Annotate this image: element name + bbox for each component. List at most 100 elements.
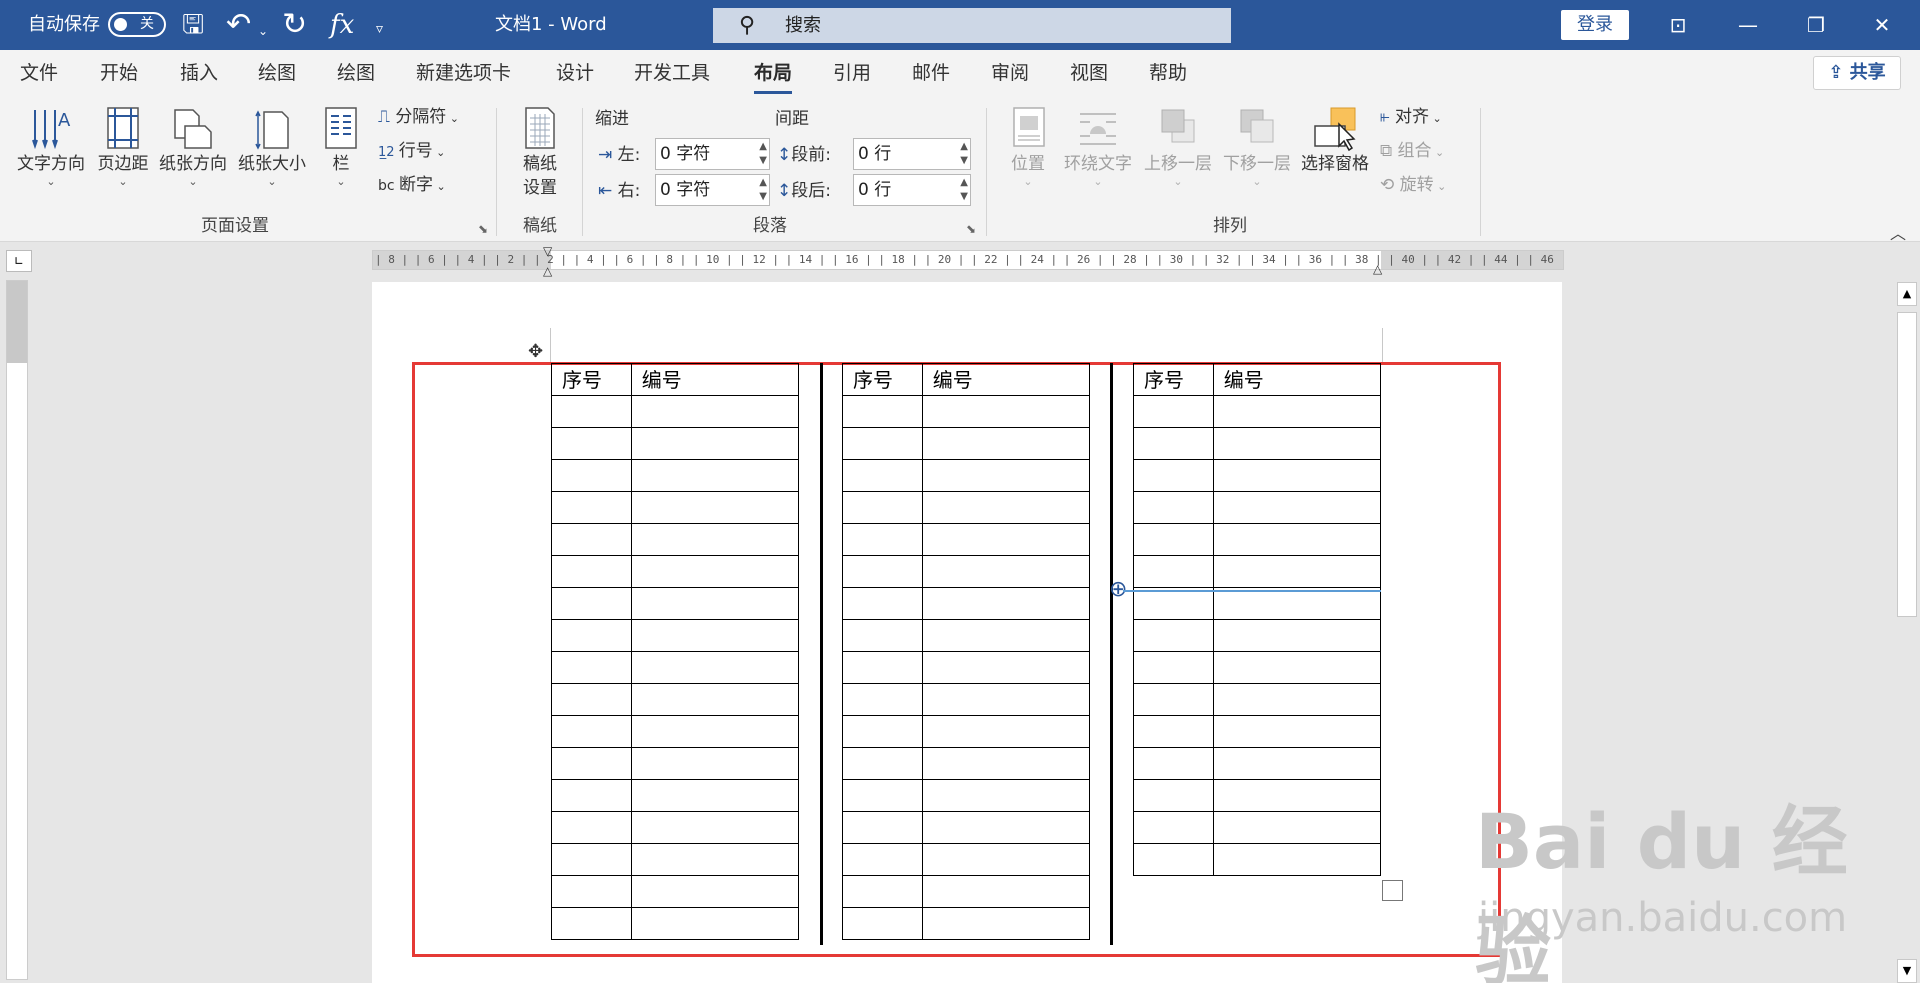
table-cell[interactable] <box>551 651 632 684</box>
draft-settings-button[interactable]: 稿纸 设置 <box>512 104 568 200</box>
table-move-handle-icon[interactable]: ✥ <box>528 341 543 362</box>
collapse-ribbon-icon[interactable]: ︿ <box>1890 220 1906 244</box>
restore-icon[interactable]: ❐ <box>1786 0 1846 50</box>
table-cell[interactable] <box>551 619 632 652</box>
table-cell[interactable] <box>630 811 800 844</box>
columns-button[interactable]: 栏 ⌄ <box>318 104 364 188</box>
scroll-up-icon[interactable]: ▲ <box>1897 282 1917 306</box>
right-indent-marker-icon[interactable]: △ <box>1373 262 1382 276</box>
table-cell[interactable] <box>921 683 1091 716</box>
page-setup-dialog-launcher-icon[interactable]: ⬊ <box>478 222 488 236</box>
table-cell[interactable] <box>630 875 800 908</box>
table-cell[interactable] <box>1212 459 1382 492</box>
table-cell[interactable] <box>630 779 800 812</box>
header-number-cell[interactable]: 编号 <box>630 363 800 396</box>
table-cell[interactable] <box>1212 523 1382 556</box>
size-button[interactable]: 纸张大小 ⌄ <box>234 104 310 188</box>
table-cell[interactable] <box>842 683 923 716</box>
tab-design[interactable]: 设计 <box>556 60 594 86</box>
indent-left-input[interactable]: 0 字符 ▲ ▼ <box>655 138 770 170</box>
header-serial-cell[interactable]: 序号 <box>1133 363 1214 396</box>
table-cell[interactable] <box>842 459 923 492</box>
table-cell[interactable] <box>1212 811 1382 844</box>
spinner-arrows-icon[interactable]: ▲ ▼ <box>960 140 968 168</box>
table-cell[interactable] <box>551 491 632 524</box>
table-cell[interactable] <box>630 427 800 460</box>
table-cell[interactable] <box>1133 651 1214 684</box>
table-cell[interactable] <box>842 555 923 588</box>
table-cell[interactable] <box>1133 811 1214 844</box>
tab-view[interactable]: 视图 <box>1070 60 1108 86</box>
table-cell[interactable] <box>630 587 800 620</box>
table-cell[interactable] <box>1212 651 1382 684</box>
header-number-cell[interactable]: 编号 <box>921 363 1091 396</box>
table-cell[interactable] <box>1212 843 1382 876</box>
table-cell[interactable] <box>842 395 923 428</box>
table-cell[interactable] <box>842 715 923 748</box>
align-button[interactable]: ⫦ 对齐 ⌄ <box>1380 104 1442 132</box>
autosave-toggle[interactable]: 关 <box>108 12 166 37</box>
header-serial-cell[interactable]: 序号 <box>842 363 923 396</box>
tab-home[interactable]: 开始 <box>100 60 138 86</box>
bring-forward-button[interactable]: 上移一层 ⌄ <box>1140 104 1216 188</box>
table-cell[interactable] <box>551 715 632 748</box>
redo-icon[interactable]: ↻ <box>282 10 307 40</box>
login-button[interactable]: 登录 <box>1561 10 1629 40</box>
table-cell[interactable] <box>551 555 632 588</box>
table-cell[interactable] <box>1133 619 1214 652</box>
table-cell[interactable] <box>630 523 800 556</box>
table-cell[interactable] <box>1133 491 1214 524</box>
table-cell[interactable] <box>921 587 1091 620</box>
table-cell[interactable] <box>1212 619 1382 652</box>
table-cell[interactable] <box>551 747 632 780</box>
table-cell[interactable] <box>842 875 923 908</box>
table-cell[interactable] <box>1133 459 1214 492</box>
wrap-text-button[interactable]: 环绕文字 ⌄ <box>1060 104 1136 188</box>
spinner-arrows-icon[interactable]: ▲ ▼ <box>960 176 968 204</box>
table-cell[interactable] <box>551 683 632 716</box>
table-3[interactable]: 序号 编号 <box>1133 363 1382 876</box>
tab-draw[interactable]: 绘图 <box>258 60 296 86</box>
customize-toolbar-icon[interactable]: ▿ <box>376 14 383 44</box>
search-box[interactable]: ⚲ 搜索 <box>713 8 1231 43</box>
tab-mailings[interactable]: 邮件 <box>912 60 950 86</box>
table-cell[interactable] <box>921 427 1091 460</box>
table-cell[interactable] <box>921 523 1091 556</box>
table-cell[interactable] <box>1133 715 1214 748</box>
tab-help[interactable]: 帮助 <box>1149 60 1187 86</box>
table-cell[interactable] <box>630 651 800 684</box>
send-backward-button[interactable]: 下移一层 ⌄ <box>1219 104 1295 188</box>
table-cell[interactable] <box>842 747 923 780</box>
fx-icon[interactable]: fx <box>330 10 354 40</box>
table-cell[interactable] <box>630 683 800 716</box>
table-cell[interactable] <box>630 843 800 876</box>
table-cell[interactable] <box>842 491 923 524</box>
table-2[interactable]: 序号 编号 <box>842 363 1091 940</box>
table-cell[interactable] <box>551 875 632 908</box>
table-cell[interactable] <box>842 843 923 876</box>
table-cell[interactable] <box>551 779 632 812</box>
table-cell[interactable] <box>842 651 923 684</box>
tab-references[interactable]: 引用 <box>833 60 871 86</box>
table-cell[interactable] <box>842 427 923 460</box>
table-cell[interactable] <box>921 747 1091 780</box>
table-cell[interactable] <box>630 555 800 588</box>
table-cell[interactable] <box>921 907 1091 940</box>
undo-dropdown-icon[interactable]: ⌄ <box>258 16 268 46</box>
table-cell[interactable] <box>630 715 800 748</box>
table-cell[interactable] <box>921 843 1091 876</box>
text-direction-button[interactable]: A 文字方向 ⌄ <box>12 104 90 188</box>
table-cell[interactable] <box>842 907 923 940</box>
save-icon[interactable]: 🖫 <box>182 10 204 40</box>
table-cell[interactable] <box>551 907 632 940</box>
table-cell[interactable] <box>921 555 1091 588</box>
table-cell[interactable] <box>1212 587 1382 620</box>
table-cell[interactable] <box>921 875 1091 908</box>
table-cell[interactable] <box>1212 779 1382 812</box>
line-numbers-button[interactable]: 1̲2 行号 ⌄ <box>378 138 445 166</box>
tab-insert[interactable]: 插入 <box>180 60 218 86</box>
table-cell[interactable] <box>842 619 923 652</box>
table-cell[interactable] <box>921 779 1091 812</box>
table-cell[interactable] <box>1212 395 1382 428</box>
position-button[interactable]: 位置 ⌄ <box>1003 104 1053 188</box>
